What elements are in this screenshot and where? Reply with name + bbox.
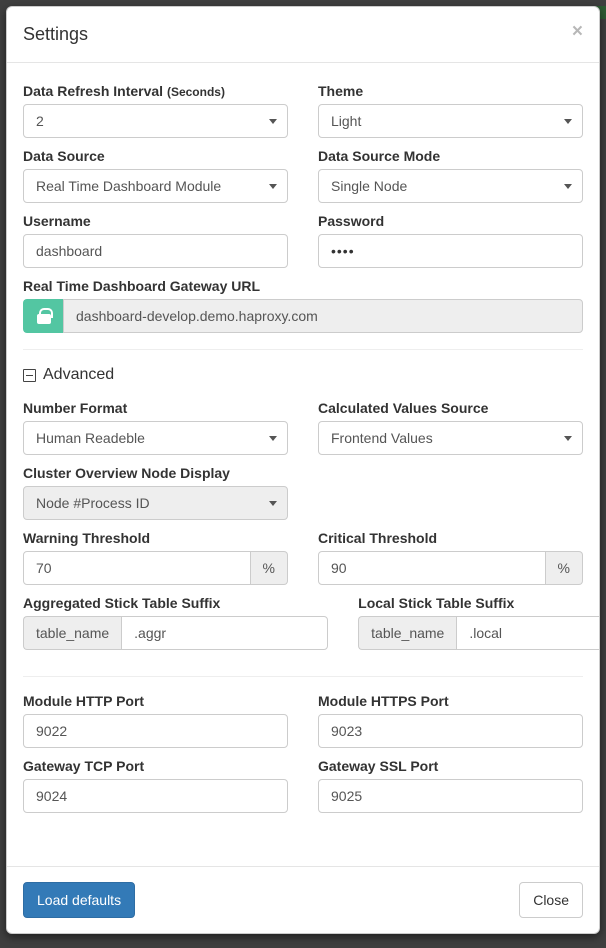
field-local-suffix: Local Stick Table Suffix table_name xyxy=(358,595,599,650)
username-label: Username xyxy=(23,213,288,229)
field-data-source-mode: Data Source Mode Single Node xyxy=(318,148,583,203)
field-data-source: Data Source Real Time Dashboard Module xyxy=(23,148,288,203)
percent-addon: % xyxy=(251,551,288,585)
critical-threshold-input[interactable] xyxy=(318,551,546,585)
lock-icon xyxy=(23,299,63,333)
table-name-addon: table_name xyxy=(358,616,456,650)
advanced-collapse-toggle[interactable]: Advanced xyxy=(23,366,583,384)
advanced-toggle-label: Advanced xyxy=(43,366,114,384)
number-format-label: Number Format xyxy=(23,400,288,416)
critical-threshold-label: Critical Threshold xyxy=(318,530,583,546)
close-icon[interactable]: × xyxy=(572,22,583,41)
field-module-https-port: Module HTTPS Port xyxy=(318,693,583,748)
field-refresh-interval: Data Refresh Interval (Seconds) 2 xyxy=(23,83,288,138)
field-cluster-overview-node-display: Cluster Overview Node Display Node #Proc… xyxy=(23,465,288,520)
calculated-values-source-label: Calculated Values Source xyxy=(318,400,583,416)
aggregated-suffix-label: Aggregated Stick Table Suffix xyxy=(23,595,328,611)
modal-title: Settings xyxy=(23,22,88,47)
modal-header: Settings × xyxy=(7,7,599,63)
field-aggregated-suffix: Aggregated Stick Table Suffix table_name xyxy=(23,595,328,650)
local-suffix-input[interactable] xyxy=(456,616,599,650)
field-theme: Theme Light xyxy=(318,83,583,138)
field-username: Username xyxy=(23,213,288,268)
field-gateway-url: Real Time Dashboard Gateway URL xyxy=(23,278,583,333)
gateway-ssl-port-label: Gateway SSL Port xyxy=(318,758,583,774)
data-source-label: Data Source xyxy=(23,148,288,164)
field-gateway-tcp-port: Gateway TCP Port xyxy=(23,758,288,813)
field-calculated-values-source: Calculated Values Source Frontend Values xyxy=(318,400,583,455)
warning-threshold-input[interactable] xyxy=(23,551,251,585)
collapse-minus-icon xyxy=(23,369,36,382)
module-http-port-label: Module HTTP Port xyxy=(23,693,288,709)
close-button[interactable]: Close xyxy=(519,882,583,918)
table-name-addon: table_name xyxy=(23,616,121,650)
gateway-tcp-port-label: Gateway TCP Port xyxy=(23,758,288,774)
password-label: Password xyxy=(318,213,583,229)
module-http-port-input[interactable] xyxy=(23,714,288,748)
chevron-down-icon xyxy=(269,119,277,124)
password-input[interactable] xyxy=(318,234,583,268)
local-suffix-label: Local Stick Table Suffix xyxy=(358,595,599,611)
data-source-mode-label: Data Source Mode xyxy=(318,148,583,164)
warning-threshold-label: Warning Threshold xyxy=(23,530,288,546)
cluster-overview-node-display-select: Node #Process ID xyxy=(23,486,288,520)
section-divider xyxy=(23,349,583,350)
aggregated-suffix-input[interactable] xyxy=(121,616,328,650)
username-input[interactable] xyxy=(23,234,288,268)
field-gateway-ssl-port: Gateway SSL Port xyxy=(318,758,583,813)
chevron-down-icon xyxy=(269,436,277,441)
field-module-http-port: Module HTTP Port xyxy=(23,693,288,748)
chevron-down-icon xyxy=(564,184,572,189)
gateway-tcp-port-input[interactable] xyxy=(23,779,288,813)
chevron-down-icon xyxy=(564,436,572,441)
refresh-interval-unit-note: (Seconds) xyxy=(167,85,225,99)
theme-label: Theme xyxy=(318,83,583,99)
cluster-overview-node-display-label: Cluster Overview Node Display xyxy=(23,465,288,481)
section-divider xyxy=(23,676,583,677)
refresh-interval-label: Data Refresh Interval (Seconds) xyxy=(23,83,288,99)
field-number-format: Number Format Human Readeble xyxy=(23,400,288,455)
load-defaults-button[interactable]: Load defaults xyxy=(23,882,135,918)
field-warning-threshold: Warning Threshold % xyxy=(23,530,288,585)
field-password: Password xyxy=(318,213,583,268)
chevron-down-icon xyxy=(564,119,572,124)
chevron-down-icon xyxy=(269,184,277,189)
settings-modal: Settings × Data Refresh Interval (Second… xyxy=(6,6,600,934)
chevron-down-icon xyxy=(269,501,277,506)
theme-select[interactable]: Light xyxy=(318,104,583,138)
module-https-port-input[interactable] xyxy=(318,714,583,748)
field-critical-threshold: Critical Threshold % xyxy=(318,530,583,585)
data-source-mode-select[interactable]: Single Node xyxy=(318,169,583,203)
modal-footer: Load defaults Close xyxy=(7,866,599,933)
modal-body: Data Refresh Interval (Seconds) 2 Theme … xyxy=(7,63,599,866)
data-source-select[interactable]: Real Time Dashboard Module xyxy=(23,169,288,203)
percent-addon: % xyxy=(546,551,583,585)
gateway-ssl-port-input[interactable] xyxy=(318,779,583,813)
refresh-interval-select[interactable]: 2 xyxy=(23,104,288,138)
calculated-values-source-select[interactable]: Frontend Values xyxy=(318,421,583,455)
number-format-select[interactable]: Human Readeble xyxy=(23,421,288,455)
module-https-port-label: Module HTTPS Port xyxy=(318,693,583,709)
gateway-url-label: Real Time Dashboard Gateway URL xyxy=(23,278,583,294)
gateway-url-input xyxy=(63,299,583,333)
